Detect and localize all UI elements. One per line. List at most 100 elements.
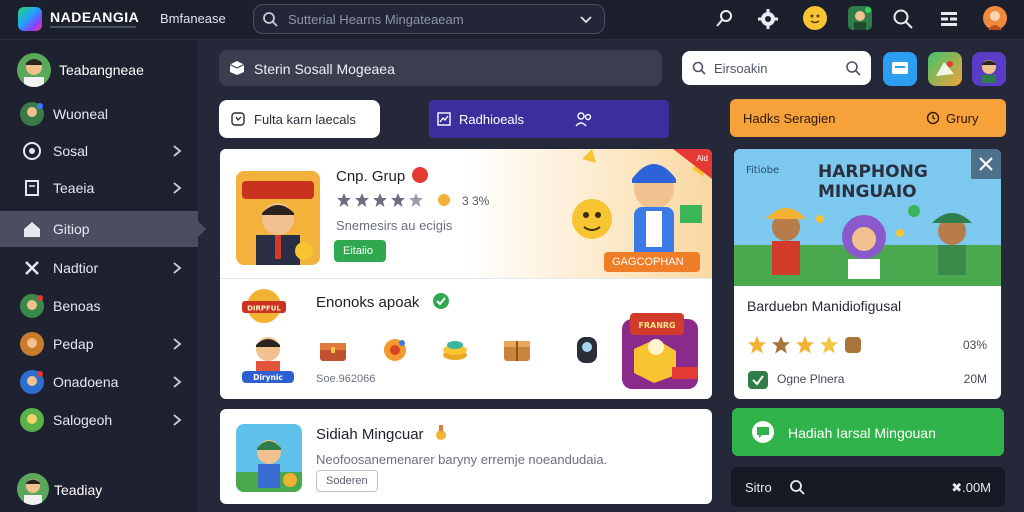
clock-icon (926, 111, 940, 125)
promo-chip-label: GAGCOPHAN (612, 256, 684, 268)
list-title: Sidiah Mingcuar (316, 426, 424, 443)
kid-avatar: Dirynic (238, 331, 298, 383)
avatar (17, 473, 49, 505)
chevron-down-icon[interactable] (578, 11, 594, 27)
sidebar-item-label: Onadoena (53, 374, 119, 390)
group-description: Snemesirs au ecigis (336, 218, 453, 233)
crate-icon (504, 341, 530, 361)
menu-grid-icon[interactable] (938, 8, 960, 30)
chat-app-button[interactable] (883, 52, 917, 86)
fire-badge-icon (412, 167, 428, 183)
sidebar-item-label: Sosal (53, 143, 89, 159)
promo-rating: 03% (747, 335, 987, 355)
promo-card[interactable]: Fitiobe HARPHONG MINGUAIO Barduebn Manid… (734, 149, 1001, 399)
user-avatar[interactable] (983, 6, 1007, 30)
kid-avatar-label: Dirynic (253, 373, 283, 382)
gear-icon[interactable] (757, 8, 779, 30)
avatar-icon (20, 370, 44, 394)
tab-radhioeals[interactable]: Radhioeals (429, 100, 669, 138)
search-icon (692, 61, 706, 75)
sidebar-item-gitiop[interactable]: Gitiop (0, 211, 206, 247)
star-icon (337, 193, 351, 207)
sidebar-item-nadtior[interactable]: Nadtior (0, 250, 198, 286)
search-placeholder: Sutterial Hearns Mingateaeam (288, 12, 464, 27)
sidebar-item-onadoena[interactable]: Onadoena (0, 364, 198, 400)
ribbon-label: Ald (696, 154, 708, 163)
promo-title: Barduebn Manidiofigusal (747, 298, 902, 314)
star-icon (355, 193, 369, 207)
key-icon[interactable] (713, 8, 735, 30)
document-icon (20, 176, 44, 200)
sidebar-item-teaeia[interactable]: Teaeia (0, 170, 198, 206)
sidebar-item-pedap[interactable]: Pedap (0, 326, 198, 362)
cta-button[interactable]: Hadiah Iarsal Mingouan (732, 408, 1004, 456)
cube-icon (229, 61, 245, 75)
section-meta: Soe.962066 (316, 373, 376, 385)
sidebar-item-benoas[interactable]: Benoas (0, 288, 198, 324)
top-nav-link[interactable]: Bmfanease (160, 11, 226, 26)
sidebar-footer-user[interactable]: Teadiay (17, 473, 187, 505)
tab-label: Radhioeals (459, 112, 525, 127)
sidebar-user[interactable]: Teabangneae (17, 53, 197, 87)
star-icon (391, 193, 405, 207)
verified-icon (433, 293, 449, 309)
users-icon (575, 112, 592, 127)
avatar-app-button[interactable] (972, 52, 1006, 86)
section-title: Enonoks apoak (316, 294, 420, 311)
search-icon[interactable] (845, 60, 861, 76)
shield-icon (748, 371, 768, 389)
search-input[interactable]: Eirsoakin (682, 51, 871, 85)
orange-bar-label: Hadks Seragien (743, 111, 836, 126)
orange-bar-right-label: Grury (946, 111, 979, 126)
home-icon (20, 217, 44, 241)
close-button[interactable] (971, 149, 1001, 179)
top-bar: NADEANGIA Bmfanease Sutterial Hearns Min… (0, 0, 1024, 40)
coin-icon (845, 337, 861, 353)
list-action-button[interactable]: Soderen (316, 470, 378, 492)
group-thumbnail (236, 171, 320, 265)
medal-icon (436, 425, 446, 440)
sidebar-item-wuoneal[interactable]: Wuoneal (0, 96, 198, 132)
map-app-button[interactable] (928, 52, 962, 86)
sidebar-item-sosal[interactable]: Sosal (0, 133, 198, 169)
search-stat-label: Sitro (745, 480, 772, 495)
filter-button[interactable]: Fulta karn laecals (219, 100, 380, 138)
close-icon (979, 157, 993, 171)
top-search-input[interactable]: Sutterial Hearns Mingateaeam (253, 4, 605, 34)
star-icon (820, 336, 838, 354)
list-item[interactable]: Sidiah Mingcuar Neofoosanemenarer baryny… (220, 409, 712, 504)
cta-label: Hadiah Iarsal Mingouan (788, 425, 936, 441)
chevron-right-icon (173, 376, 182, 388)
search-icon[interactable] (892, 8, 914, 30)
emoji-icon[interactable] (803, 6, 827, 30)
chevron-right-icon (173, 262, 182, 274)
gift-box-illustration: FRANRG (618, 305, 702, 393)
avatar-icon (20, 408, 44, 432)
sidebar-user-name: Teabangneae (59, 62, 144, 78)
join-button[interactable]: Eitaiio (334, 240, 386, 262)
promo-rating-value: 03% (962, 338, 987, 352)
search-stat-bar[interactable]: Sitro ✖.00M (731, 467, 1005, 507)
avatar-icon (20, 294, 44, 318)
app-logo[interactable] (18, 7, 42, 31)
breadcrumb: Sterin Sosall Mogeaea (219, 50, 662, 86)
tools-icon (20, 256, 44, 280)
profile-badge-icon[interactable] (848, 6, 872, 30)
sidebar-item-salogeoh[interactable]: Salogeoh (0, 402, 198, 438)
brand-name: NADEANGIA (50, 9, 140, 25)
filter-label: Fulta karn laecals (254, 112, 356, 127)
chest-icon (320, 343, 346, 361)
orange-action-bar[interactable]: Hadks Seragien Grury (730, 99, 1006, 137)
clock-icon (231, 112, 245, 126)
group-card[interactable]: Cnp. Grup 3 3% Snemesirs au ecigis Eitai… (220, 149, 712, 399)
list-action-label: Soderen (326, 475, 368, 487)
chart-icon (437, 112, 451, 126)
star-icon (772, 336, 790, 354)
search-icon[interactable] (789, 479, 805, 495)
promo-chip[interactable]: GAGCOPHAN (604, 252, 700, 272)
group-card-hero: Cnp. Grup 3 3% Snemesirs au ecigis Eitai… (220, 149, 712, 279)
star-icon (796, 336, 814, 354)
search-placeholder: Eirsoakin (714, 61, 768, 76)
chevron-right-icon (173, 414, 182, 426)
sidebar-item-label: Benoas (53, 298, 101, 314)
